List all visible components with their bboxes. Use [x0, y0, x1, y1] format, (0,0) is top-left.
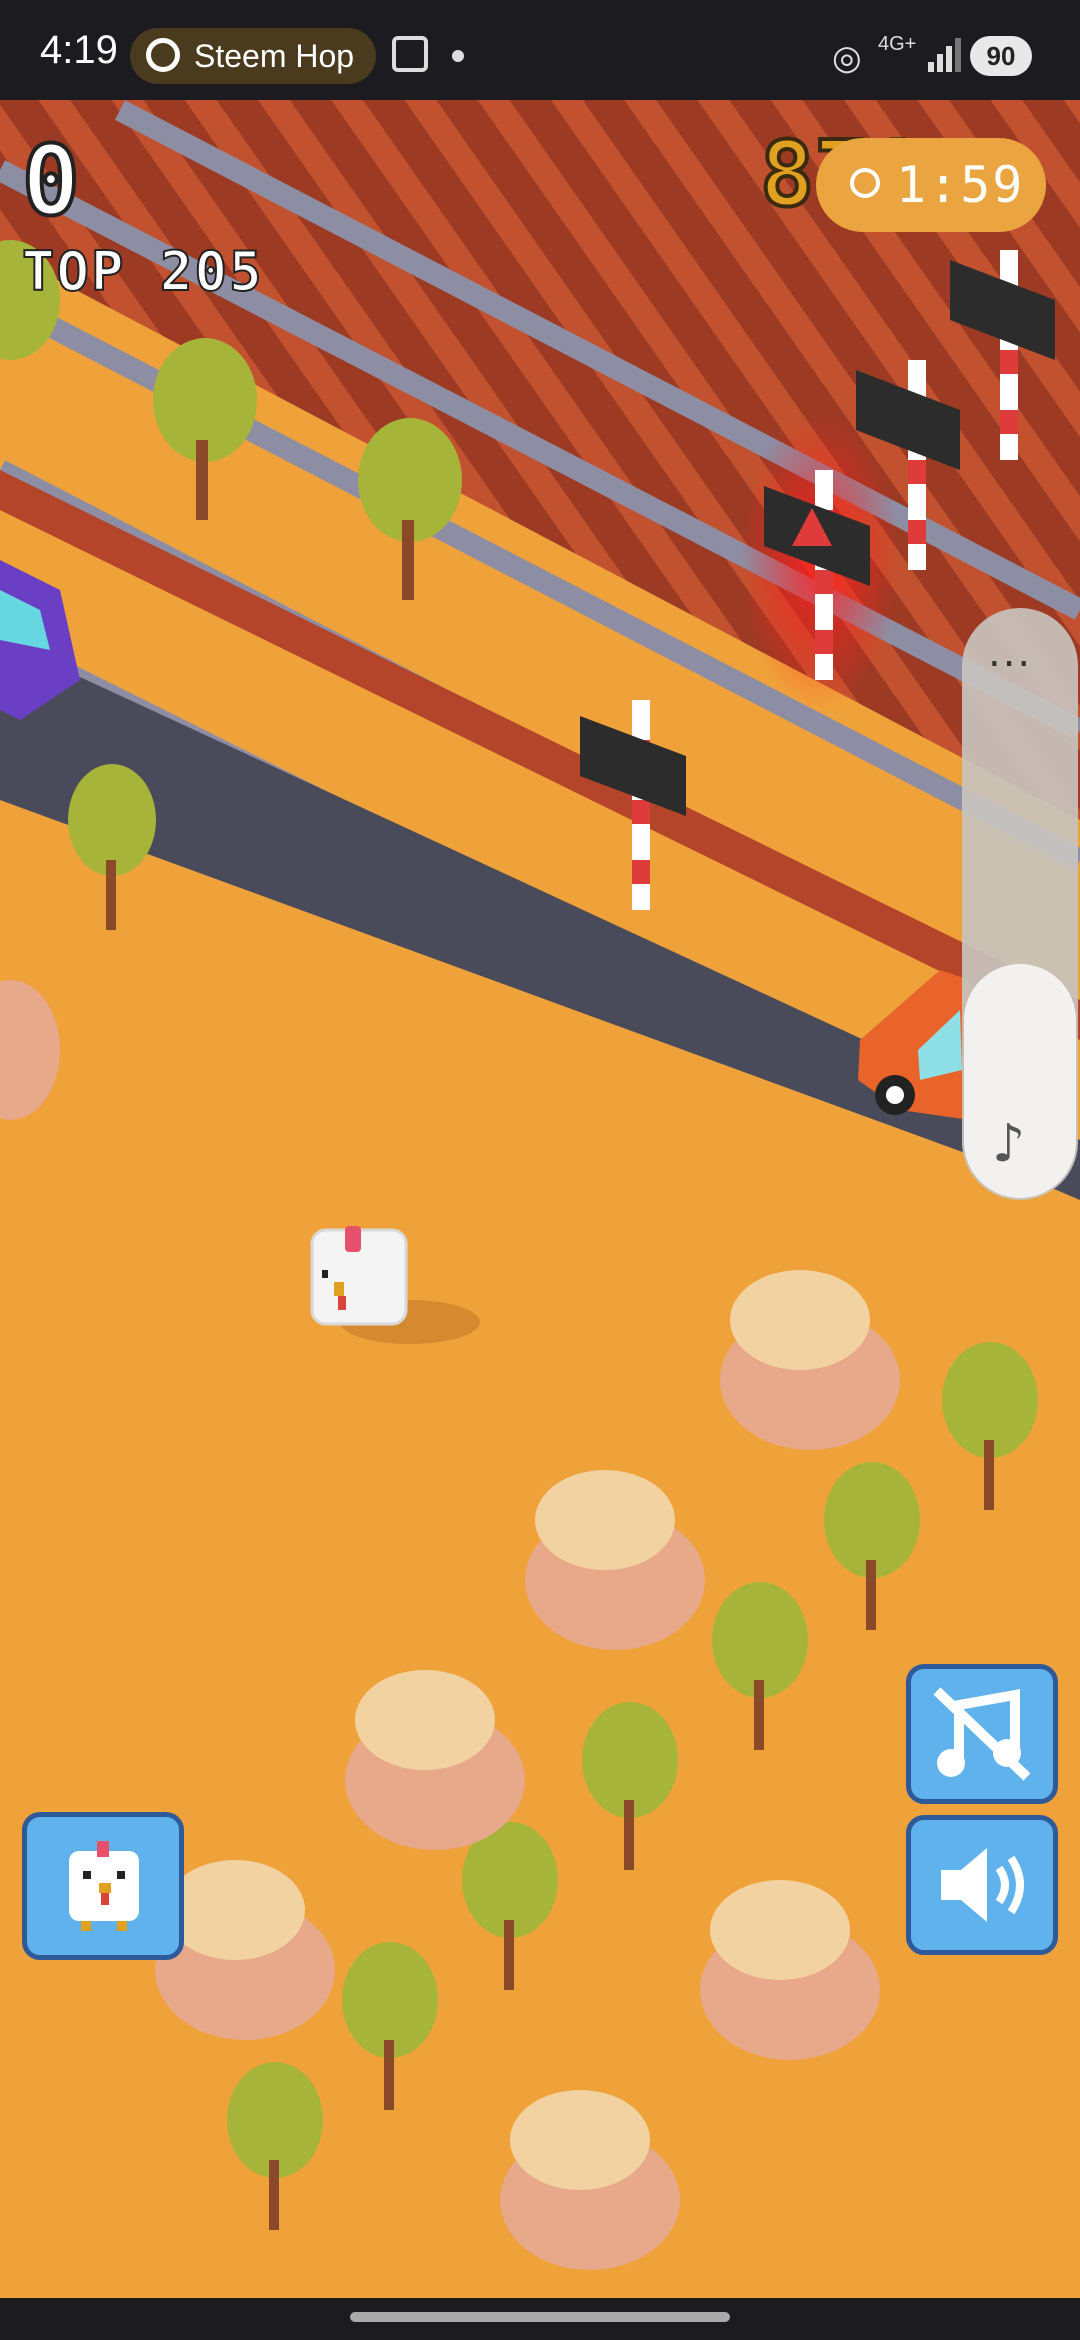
status-time: 4:19 — [40, 28, 118, 72]
timer-value: 1:59 — [896, 156, 1025, 214]
stopwatch-icon — [850, 168, 880, 198]
game-world — [0, 100, 1080, 2298]
crossing-sign-warning — [740, 410, 900, 710]
network-type: 4G+ — [878, 33, 917, 55]
app-pill-label: Steem Hop — [194, 38, 355, 74]
sound-toggle-button[interactable] — [906, 1815, 1058, 1955]
notification-dot-icon — [452, 50, 464, 62]
chicken-icon — [69, 1841, 139, 1931]
hotspot-icon: ◎ — [832, 38, 862, 78]
signal-icon — [928, 38, 961, 72]
timer-badge: 1:59 — [816, 138, 1046, 232]
score: 0 — [20, 123, 82, 239]
character-select-button[interactable] — [22, 1812, 184, 1960]
top-score: TOP 205 — [21, 239, 264, 304]
more-options-button[interactable]: ... — [988, 630, 1032, 676]
floating-side-panel[interactable]: ... ♪ — [962, 608, 1078, 1200]
game-scene[interactable]: 0 TOP 205 871 1:59 — [0, 100, 1080, 2298]
speaker-on-icon — [941, 1848, 1024, 1922]
music-off-icon — [933, 1687, 1031, 1781]
chrome-icon — [146, 38, 180, 72]
screenshot-icon — [392, 36, 428, 72]
volume-slider-knob[interactable]: ♪ — [964, 964, 1076, 1198]
status-bar: 4:19 Steem Hop ◎ 4G+ 90 — [0, 0, 1080, 100]
app-pill[interactable]: Steem Hop — [130, 28, 376, 84]
home-gesture-handle[interactable] — [350, 2312, 730, 2322]
navigation-bar — [0, 2298, 1080, 2340]
music-toggle-button[interactable] — [906, 1664, 1058, 1804]
battery-indicator: 90 — [970, 36, 1032, 76]
music-note-icon: ♪ — [992, 1114, 1026, 1174]
